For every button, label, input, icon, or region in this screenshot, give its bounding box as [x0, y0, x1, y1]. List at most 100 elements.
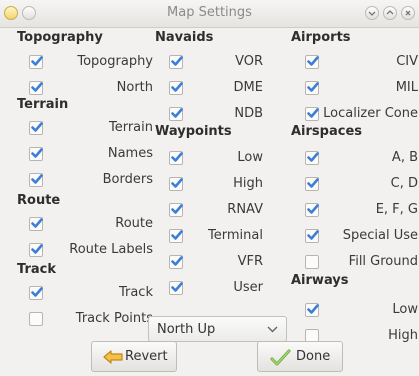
checkbox-airports-localizer-cone[interactable] — [305, 107, 319, 121]
revert-label: Revert — [125, 349, 168, 364]
checkbox-row-track-track[interactable]: Track — [29, 283, 153, 305]
chevron-down-icon — [267, 326, 278, 333]
checkmark-icon — [270, 349, 291, 366]
checkbox-row-terrain-borders[interactable]: Borders — [29, 170, 153, 192]
checkbox-label: Special Use — [342, 228, 418, 243]
checkbox-row-airports-localizer-cone[interactable]: Localizer Cone — [305, 104, 418, 126]
title-bar[interactable]: Map Settings — [0, 0, 419, 28]
checkbox-navaids-dme[interactable] — [169, 81, 183, 95]
checkbox-topography-topography[interactable] — [29, 55, 43, 69]
checkbox-airports-mil[interactable] — [305, 81, 319, 95]
checkbox-row-topography-topography[interactable]: Topography — [29, 52, 153, 74]
checkbox-row-terrain-terrain[interactable]: Terrain — [29, 118, 153, 140]
group-header-topography: Topography — [17, 30, 103, 45]
checkbox-row-waypoints-vfr[interactable]: VFR — [169, 252, 263, 274]
checkbox-label: Track — [118, 285, 153, 300]
checkbox-airspaces-e-f-g[interactable] — [305, 203, 319, 217]
checkbox-airways-low[interactable] — [305, 303, 319, 317]
checkbox-label: MIL — [395, 80, 418, 95]
checkbox-airports-civ[interactable] — [305, 55, 319, 69]
group-header-route: Route — [17, 193, 61, 208]
checkbox-waypoints-high[interactable] — [169, 177, 183, 191]
checkbox-airspaces-special-use[interactable] — [305, 229, 319, 243]
checkbox-row-navaids-dme[interactable]: DME — [169, 78, 263, 100]
checkbox-label: Topography — [77, 54, 153, 69]
checkbox-airspaces-c-d[interactable] — [305, 177, 319, 191]
checkbox-row-navaids-vor[interactable]: VOR — [169, 52, 263, 74]
checkbox-navaids-vor[interactable] — [169, 55, 183, 69]
checkbox-row-track-track-points[interactable]: Track Points — [29, 309, 153, 331]
checkbox-label: Route — [115, 216, 153, 231]
checkbox-row-navaids-ndb[interactable]: NDB — [169, 104, 263, 126]
group-header-airports: Airports — [291, 30, 351, 45]
group-header-waypoints: Waypoints — [155, 124, 232, 139]
checkbox-label: Fill Ground — [348, 254, 418, 269]
checkbox-label: Terminal — [208, 228, 263, 243]
checkbox-row-airways-low[interactable]: Low — [305, 300, 418, 322]
revert-button[interactable]: Revert — [91, 341, 177, 372]
checkbox-row-waypoints-high[interactable]: High — [169, 174, 263, 196]
checkbox-row-route-route[interactable]: Route — [29, 214, 153, 236]
checkbox-label: Terrain — [108, 120, 153, 135]
checkbox-waypoints-vfr[interactable] — [169, 255, 183, 269]
checkbox-row-airspaces-e-f-g[interactable]: E, F, G — [305, 200, 418, 222]
group-header-navaids: Navaids — [155, 30, 214, 45]
checkbox-label: VFR — [237, 254, 263, 269]
checkbox-label: C, D — [390, 176, 418, 191]
checkbox-waypoints-user[interactable] — [169, 281, 183, 295]
checkbox-label: VOR — [235, 54, 263, 69]
checkbox-topography-north[interactable] — [29, 81, 43, 95]
checkbox-row-waypoints-terminal[interactable]: Terminal — [169, 226, 263, 248]
revert-icon — [103, 350, 123, 364]
checkbox-airspaces-fill-ground[interactable] — [305, 255, 319, 269]
checkbox-row-airspaces-a-b[interactable]: A, B — [305, 148, 418, 170]
checkbox-label: CIV — [396, 54, 418, 69]
checkbox-label: Names — [107, 146, 153, 161]
checkbox-label: A, B — [391, 150, 418, 165]
checkbox-row-terrain-names[interactable]: Names — [29, 144, 153, 166]
maximize-icon[interactable] — [383, 6, 397, 20]
group-header-terrain: Terrain — [17, 97, 69, 112]
checkbox-track-track-points[interactable] — [29, 312, 43, 326]
done-label: Done — [296, 349, 331, 364]
checkbox-route-route[interactable] — [29, 217, 43, 231]
checkbox-terrain-terrain[interactable] — [29, 121, 43, 135]
checkbox-label: North — [116, 80, 153, 95]
checkbox-label: High — [233, 176, 263, 191]
checkbox-row-waypoints-rnav[interactable]: RNAV — [169, 200, 263, 222]
checkbox-label: Localizer Cone — [323, 106, 418, 121]
checkbox-row-route-route-labels[interactable]: Route Labels — [29, 240, 153, 262]
checkbox-label: DME — [233, 80, 263, 95]
checkbox-label: Borders — [102, 172, 153, 187]
checkbox-track-track[interactable] — [29, 286, 43, 300]
checkbox-airspaces-a-b[interactable] — [305, 151, 319, 165]
checkbox-route-route-labels[interactable] — [29, 243, 43, 257]
checkbox-waypoints-low[interactable] — [169, 151, 183, 165]
checkbox-label: User — [233, 280, 263, 295]
checkbox-row-waypoints-user[interactable]: User — [169, 278, 263, 300]
checkbox-label: NDB — [234, 106, 263, 121]
checkbox-label: Route Labels — [69, 242, 153, 257]
checkbox-row-airspaces-fill-ground[interactable]: Fill Ground — [305, 252, 418, 274]
checkbox-row-airspaces-c-d[interactable]: C, D — [305, 174, 418, 196]
checkbox-label: High — [388, 328, 418, 343]
group-header-track: Track — [17, 262, 56, 277]
checkbox-row-airspaces-special-use[interactable]: Special Use — [305, 226, 418, 248]
checkbox-row-airports-civ[interactable]: CIV — [305, 52, 418, 74]
checkbox-navaids-ndb[interactable] — [169, 107, 183, 121]
checkbox-label: Track Points — [75, 311, 153, 326]
close-icon[interactable] — [401, 6, 415, 20]
minimize-icon[interactable] — [365, 6, 379, 20]
checkbox-terrain-borders[interactable] — [29, 173, 43, 187]
orientation-select[interactable]: North Up — [148, 316, 287, 342]
checkbox-waypoints-rnav[interactable] — [169, 203, 183, 217]
checkbox-waypoints-terminal[interactable] — [169, 229, 183, 243]
done-button[interactable]: Done — [257, 341, 343, 372]
checkbox-row-waypoints-low[interactable]: Low — [169, 148, 263, 170]
window-title: Map Settings — [167, 5, 252, 20]
orientation-select-value: North Up — [157, 322, 216, 337]
checkbox-row-airports-mil[interactable]: MIL — [305, 78, 418, 100]
checkbox-label: RNAV — [227, 202, 263, 217]
checkbox-terrain-names[interactable] — [29, 147, 43, 161]
checkbox-label: Low — [392, 302, 418, 317]
